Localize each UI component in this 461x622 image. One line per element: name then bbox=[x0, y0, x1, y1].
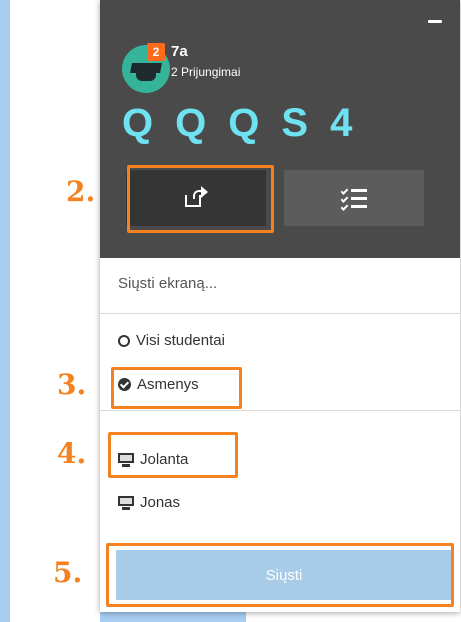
panel-header: 2 7a 2 Prijungimai Q Q Q S 4 bbox=[100, 0, 460, 258]
option-label: Asmenys bbox=[137, 376, 199, 393]
step-number-5: 5. bbox=[53, 556, 83, 589]
share-screen-icon bbox=[185, 186, 208, 207]
class-code-char: 4 bbox=[330, 101, 355, 145]
class-code-char: Q bbox=[228, 101, 262, 145]
class-name: 7a bbox=[171, 43, 188, 60]
student-item-jonas[interactable]: Jonas bbox=[118, 494, 180, 511]
minimize-icon[interactable] bbox=[428, 20, 442, 23]
student-name: Jonas bbox=[140, 494, 181, 511]
monitor-icon bbox=[118, 452, 134, 467]
option-all-students[interactable]: Visi studentai bbox=[118, 332, 225, 349]
left-margin-strip bbox=[10, 0, 100, 622]
divider bbox=[100, 410, 460, 411]
connections-label: 2 Prijungimai bbox=[171, 65, 241, 79]
radio-checked-icon bbox=[118, 378, 131, 391]
divider bbox=[100, 313, 460, 314]
class-code-char: Q bbox=[175, 101, 209, 145]
class-code: Q Q Q S 4 bbox=[122, 103, 354, 143]
student-item-jolanta[interactable]: Jolanta bbox=[118, 451, 188, 468]
send-button[interactable]: Siųsti bbox=[116, 550, 452, 600]
send-screen-title: Siųsti ekraną... bbox=[118, 275, 218, 292]
class-panel: 2 7a 2 Prijungimai Q Q Q S 4 Siųsti ekra… bbox=[100, 0, 460, 612]
step-number-2: 2. bbox=[66, 175, 96, 208]
share-screen-button[interactable] bbox=[126, 170, 266, 226]
monitor-icon bbox=[118, 495, 134, 510]
class-code-char: S bbox=[281, 101, 311, 145]
connection-count-badge: 2 bbox=[147, 43, 165, 61]
student-name: Jolanta bbox=[140, 451, 189, 468]
option-label: Visi studentai bbox=[136, 332, 225, 349]
checklist-icon bbox=[340, 187, 367, 211]
student-list-button[interactable] bbox=[284, 170, 424, 226]
step-number-3: 3. bbox=[57, 368, 87, 401]
class-code-char: Q bbox=[122, 101, 156, 145]
step-number-4: 4. bbox=[57, 437, 87, 470]
radio-empty-icon bbox=[118, 334, 130, 347]
option-individuals[interactable]: Asmenys bbox=[118, 376, 199, 393]
